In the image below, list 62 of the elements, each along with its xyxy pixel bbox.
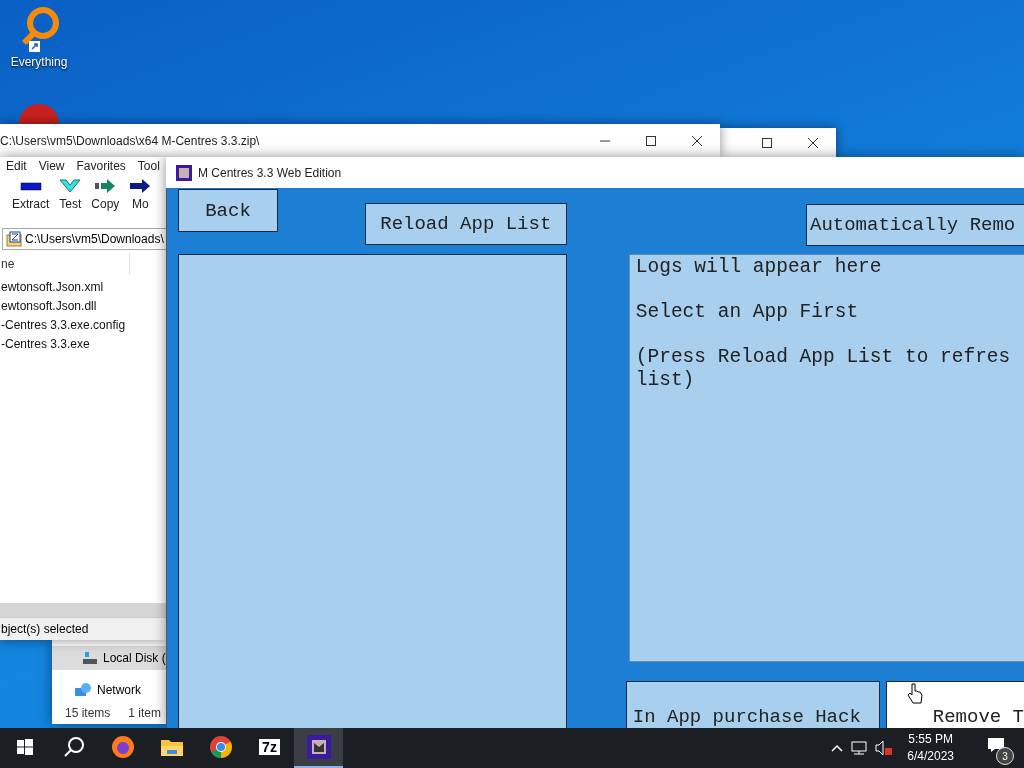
file-row[interactable]: ewtonsoft.Json.xml <box>0 280 104 298</box>
reload-button[interactable]: Reload App List <box>364 203 567 245</box>
bar-icon <box>19 179 42 193</box>
arrow-icon <box>129 179 152 193</box>
taskbar-button[interactable] <box>294 728 343 768</box>
menu-item[interactable]: Tool <box>137 159 160 173</box>
chrome-icon <box>208 735 233 759</box>
status-text: 15 items <box>65 706 111 720</box>
windows-logo-icon <box>16 739 33 755</box>
list-item[interactable]: Local Disk ( <box>52 646 166 670</box>
file-row[interactable]: -Centres 3.3.exe <box>0 337 90 355</box>
archive-icon <box>6 231 22 247</box>
address-field[interactable]: C:\Users\vm5\Downloads\ <box>2 228 166 250</box>
network-icon[interactable] <box>851 741 868 755</box>
search-icon <box>62 736 85 758</box>
toolbar-button[interactable]: Test <box>59 179 82 219</box>
message-icon[interactable] <box>987 737 1005 753</box>
network-icon <box>74 682 92 698</box>
list-item[interactable]: Network <box>52 678 166 702</box>
close-icon[interactable] <box>808 137 818 148</box>
item-label: Network <box>97 683 141 697</box>
app-icon <box>306 735 331 759</box>
action-button[interactable]: Remove T <box>885 681 1024 728</box>
menu-item[interactable]: View <box>38 159 65 173</box>
icon-label: Everything <box>10 55 68 69</box>
window-title: C:\Users\vm5\Downloads\x64 M-Centres 3.3.zip\ <box>0 133 260 148</box>
log-text: Select an App First <box>635 301 860 324</box>
app-label: 7z <box>259 739 280 755</box>
back-button[interactable]: Back <box>178 189 278 232</box>
status-text: bject(s) selected <box>1 622 89 636</box>
menu-item[interactable]: Favorites <box>76 159 126 173</box>
menu-item[interactable]: Edit <box>6 159 27 173</box>
window-title: M Centres 3.3 Web Edition <box>198 165 342 180</box>
toolbar-button[interactable]: Copy <box>91 179 120 219</box>
volume-muted-icon[interactable] <box>875 740 894 756</box>
minimize-icon[interactable] <box>600 139 610 142</box>
column-header[interactable]: ne <box>0 253 130 275</box>
toolbar-button[interactable]: Extract <box>12 179 50 219</box>
file-row[interactable]: ewtonsoft.Json.dll <box>0 299 97 317</box>
arrow-icon <box>94 179 117 193</box>
scrollbar[interactable] <box>0 603 166 617</box>
file-row[interactable]: -Centres 3.3.exe.config <box>0 318 126 336</box>
folder-icon <box>159 737 184 757</box>
taskbar-button[interactable]: 7z <box>245 728 294 768</box>
log-text: (Press Reload App List to refres list) <box>635 346 1012 392</box>
close-icon[interactable] <box>692 135 702 146</box>
clock[interactable]: 5:55 PM 6/4/2023 <box>907 731 954 765</box>
hand-cursor-icon <box>907 683 923 705</box>
status-text: 1 item <box>128 706 162 720</box>
firefox-icon <box>110 735 135 759</box>
chevron-icon <box>59 179 82 193</box>
remove-button[interactable]: Automatically Remo <box>806 204 1024 246</box>
maximize-icon[interactable] <box>646 135 656 146</box>
action-button[interactable]: In App purchase Hack <box>625 681 880 728</box>
chevron-up-icon[interactable] <box>831 744 844 752</box>
app-icon <box>176 164 192 181</box>
log-text: Logs will appear here <box>635 256 883 279</box>
toolbar-button[interactable]: Mo <box>129 179 152 219</box>
item-label: Local Disk ( <box>103 651 166 665</box>
notification-count[interactable]: 3 <box>996 747 1014 765</box>
maximize-icon[interactable] <box>762 137 772 148</box>
drive-icon <box>82 651 98 665</box>
